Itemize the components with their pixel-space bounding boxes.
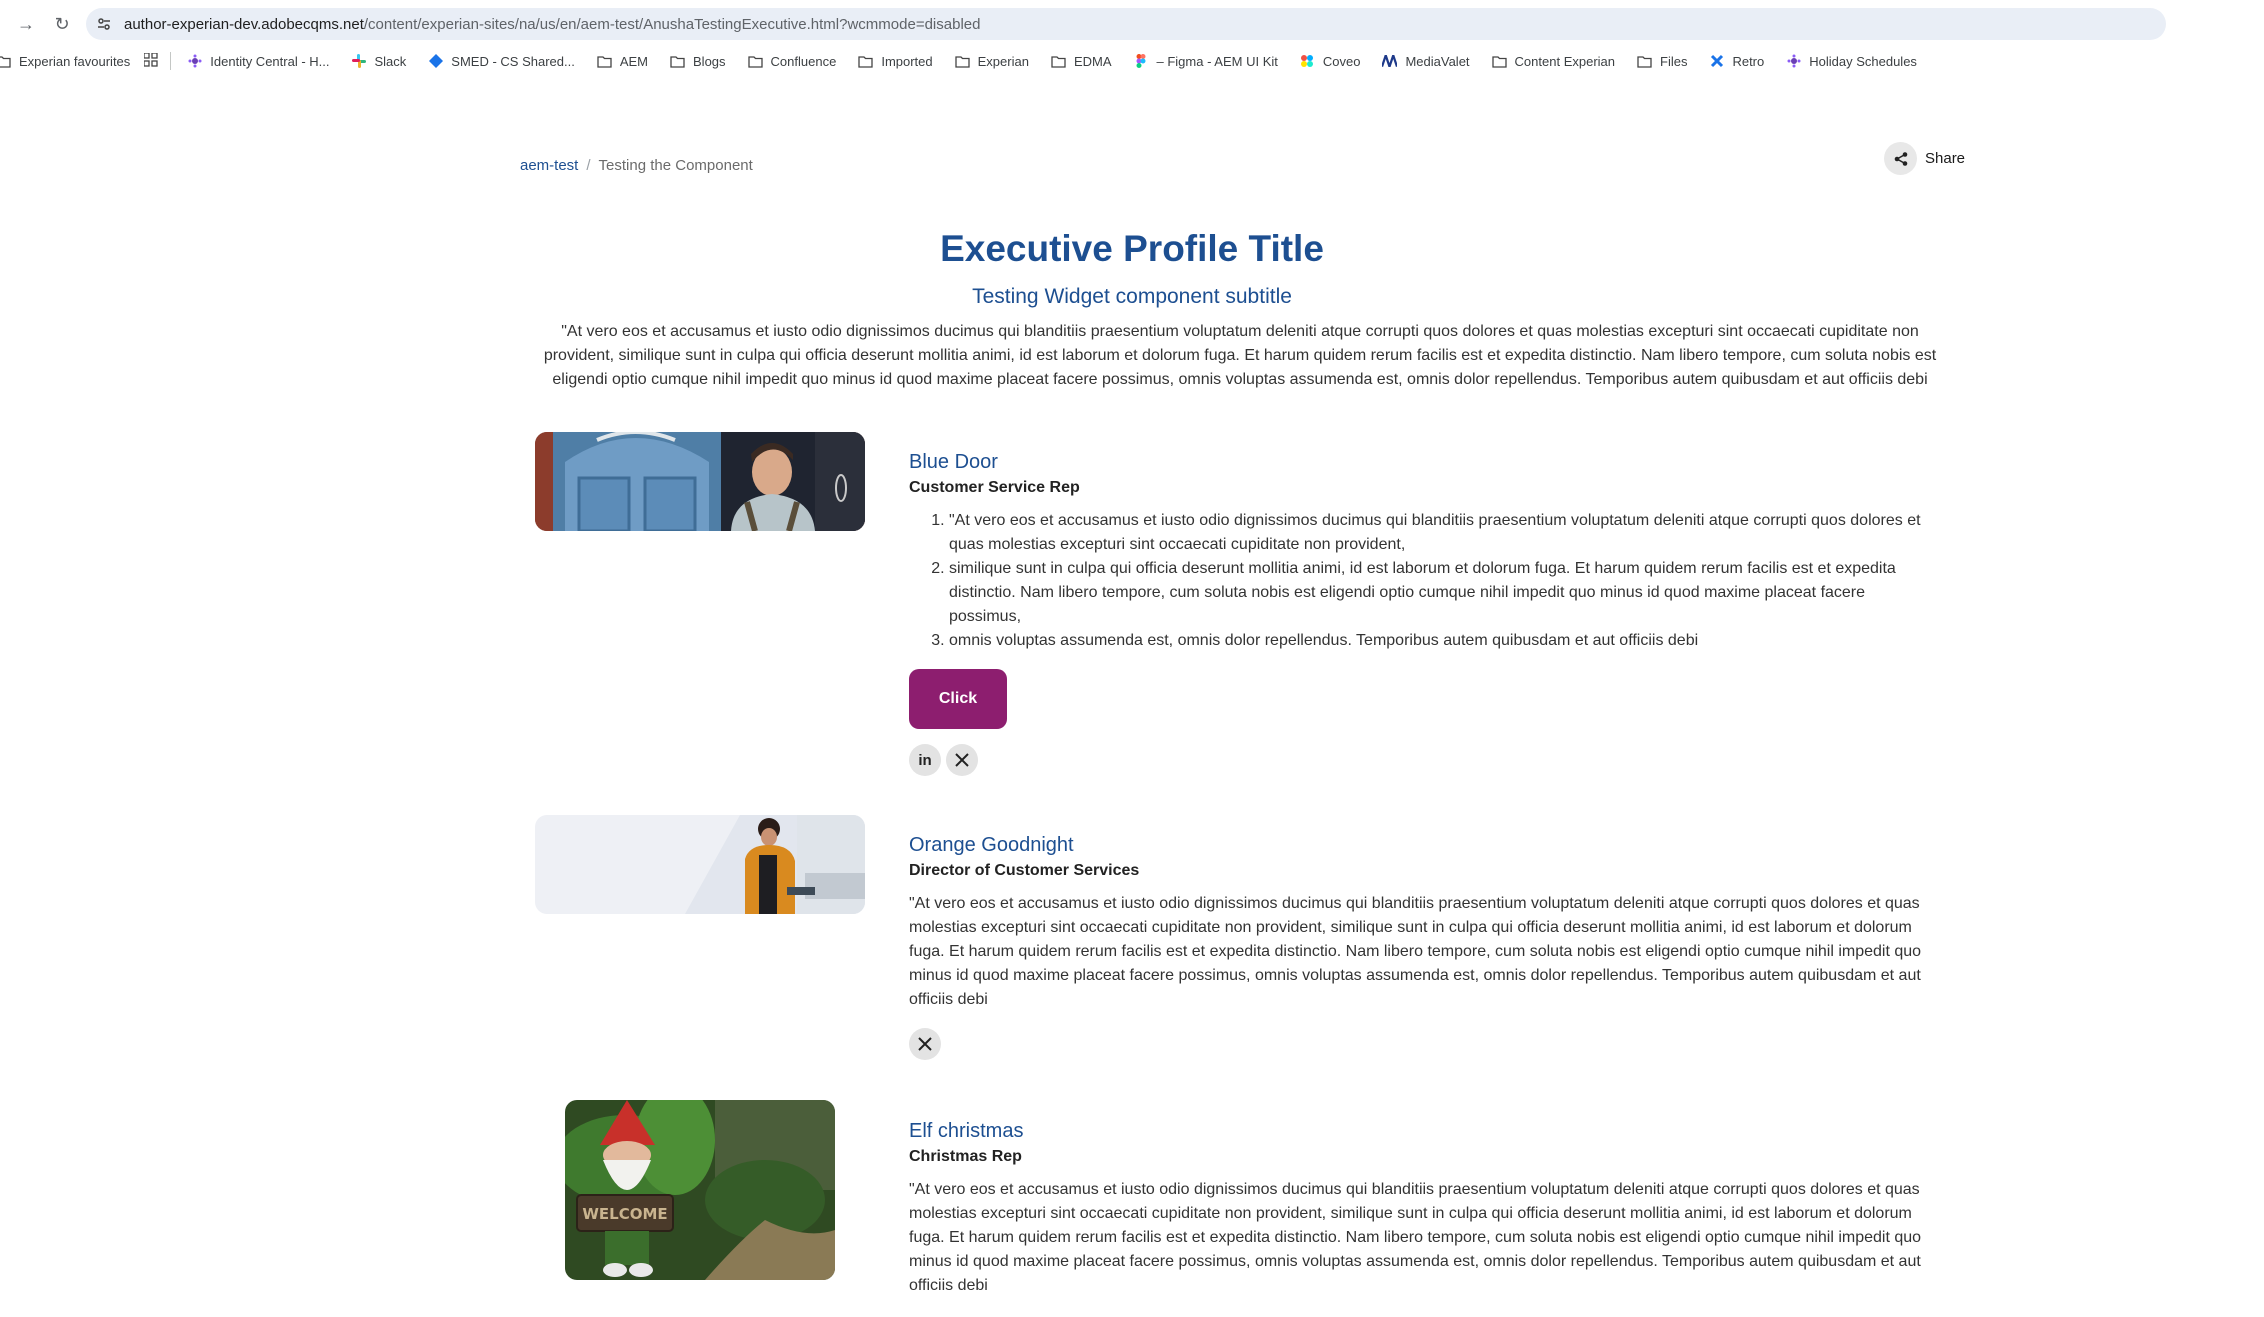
share-label: Share <box>1925 150 1966 167</box>
bookmark-item[interactable]: Slack <box>352 53 407 69</box>
slack-icon <box>352 54 367 69</box>
x-icon[interactable] <box>909 1028 941 1060</box>
profile-body: "At vero eos et accusamus et iusto odio … <box>909 1181 1922 1294</box>
bookmark-label: Experian <box>977 53 1029 69</box>
bookmark-label: SMED - CS Shared... <box>451 53 575 69</box>
gnome-sign-text: WELCOME <box>582 1205 667 1223</box>
share-button[interactable]: Share <box>1884 142 1965 175</box>
folder-icon <box>1051 54 1066 69</box>
figma-icon <box>1134 54 1149 69</box>
bookmark-item[interactable]: – Figma - AEM UI Kit <box>1134 54 1278 69</box>
page-subtitle: Testing Widget component subtitle <box>972 285 1292 308</box>
profile-role: Director of Customer Services <box>909 862 1140 879</box>
folder-icon <box>597 54 612 69</box>
breadcrumb-separator: / <box>586 157 591 174</box>
bookmark-label: MediaValet <box>1405 53 1470 69</box>
bookmarks-divider <box>170 52 172 70</box>
bookmark-label: Slack <box>374 53 407 69</box>
profile-name: Blue Door <box>909 451 998 473</box>
retro-icon <box>1709 54 1724 69</box>
profile-name: Orange Goodnight <box>909 834 1074 856</box>
bookmark-label: Content Experian <box>1514 53 1615 69</box>
url-path: /content/experian-sites/na/us/en/aem-tes… <box>363 16 981 33</box>
bookmark-item[interactable]: Experian favourites <box>0 54 130 69</box>
click-button[interactable]: Click <box>909 669 1007 729</box>
forward-icon[interactable]: → <box>14 12 38 36</box>
bookmark-item[interactable]: MediaValet <box>1382 53 1470 69</box>
linkedin-icon[interactable]: in <box>909 744 941 776</box>
share-icon <box>1884 142 1917 175</box>
bookmark-label: Confluence <box>770 53 837 69</box>
url-text[interactable]: author-experian-dev.adobecqms.net/conten… <box>124 16 980 33</box>
profile-image-elf-christmas: WELCOME <box>565 1100 835 1280</box>
bookmark-item[interactable]: Retro <box>1709 54 1764 69</box>
bookmark-item[interactable]: Coveo <box>1300 53 1361 69</box>
profile-body: "At vero eos et accusamus et iusto odio … <box>909 509 1931 653</box>
apps-grid-icon[interactable] <box>143 51 158 70</box>
bookmark-label: Coveo <box>1322 53 1361 69</box>
breadcrumb-current: Testing the Component <box>598 157 753 174</box>
profile-role: Customer Service Rep <box>909 479 1080 496</box>
bookmark-item[interactable]: SMED - CS Shared... <box>428 54 575 69</box>
profile-body: "At vero eos et accusamus et iusto odio … <box>909 895 1922 1008</box>
folder-icon <box>954 54 970 69</box>
page-title: Executive Profile Title <box>940 228 1324 269</box>
list-item: "At vero eos et accusamus et iusto odio … <box>949 509 1931 557</box>
intro-paragraph: "At vero eos et accusamus et iusto odio … <box>543 323 1937 388</box>
bookmark-label: Holiday Schedules <box>1809 53 1917 69</box>
folder-icon <box>747 54 763 69</box>
diamond-icon <box>428 54 443 69</box>
folder-icon <box>0 54 11 69</box>
breadcrumb-link-aem-test[interactable]: aem-test <box>520 157 578 174</box>
bookmark-label: Experian favourites <box>19 53 131 69</box>
coveo-icon <box>1300 54 1315 69</box>
bookmark-item[interactable]: Confluence <box>747 53 837 69</box>
x-icon[interactable] <box>946 744 978 776</box>
mediavalet-icon <box>1382 54 1398 69</box>
folder-icon <box>1637 54 1652 69</box>
bookmark-label: Blogs <box>693 53 726 69</box>
bookmark-item[interactable]: Identity Central - H... <box>187 53 330 69</box>
reload-icon[interactable]: ↻ <box>50 12 74 36</box>
list-item: omnis voluptas assumenda est, omnis dolo… <box>949 629 1931 653</box>
profile-image-orange-goodnight <box>535 815 865 914</box>
folder-icon <box>858 54 873 69</box>
bookmark-item[interactable]: Experian <box>954 53 1029 69</box>
list-item: similique sunt in culpa qui officia dese… <box>949 557 1931 629</box>
bookmark-label: Files <box>1660 53 1688 69</box>
bookmark-label: Retro <box>1732 53 1765 69</box>
profile-image-blue-door <box>535 432 865 531</box>
browser-address-bar: → ↻ author-experian-dev.adobecqms.net/co… <box>0 0 2264 48</box>
profile-name: Elf christmas <box>909 1120 1024 1142</box>
folder-icon <box>1491 54 1507 69</box>
bookmark-label: Imported <box>881 53 933 69</box>
app-icon <box>1786 54 1801 69</box>
bookmark-item[interactable]: Imported <box>858 53 933 69</box>
bookmark-item[interactable]: Blogs <box>670 54 726 69</box>
bookmark-item[interactable]: AEM <box>597 54 648 69</box>
bookmark-item[interactable]: Holiday Schedules <box>1786 54 1917 69</box>
app-icon <box>187 54 202 69</box>
profile-role: Christmas Rep <box>909 1148 1022 1165</box>
profile-list: "At vero eos et accusamus et iusto odio … <box>909 509 1931 653</box>
bookmark-item[interactable]: EDMA <box>1051 54 1112 69</box>
bookmark-item[interactable]: Files <box>1637 54 1687 69</box>
bookmarks-bar: Experian favourites Identity Central - H.… <box>0 48 2264 74</box>
bookmark-label: Identity Central - H... <box>210 53 330 69</box>
bookmark-label: AEM <box>619 53 649 69</box>
bookmark-label: EDMA <box>1073 53 1112 69</box>
folder-icon <box>670 54 685 69</box>
site-info-icon[interactable] <box>92 12 116 36</box>
breadcrumb: aem-test / Testing the Component <box>520 157 753 174</box>
bookmark-label: – Figma - AEM UI Kit <box>1156 53 1278 69</box>
url-host: author-experian-dev.adobecqms.net <box>124 16 364 33</box>
bookmark-item[interactable]: Content Experian <box>1491 53 1615 69</box>
